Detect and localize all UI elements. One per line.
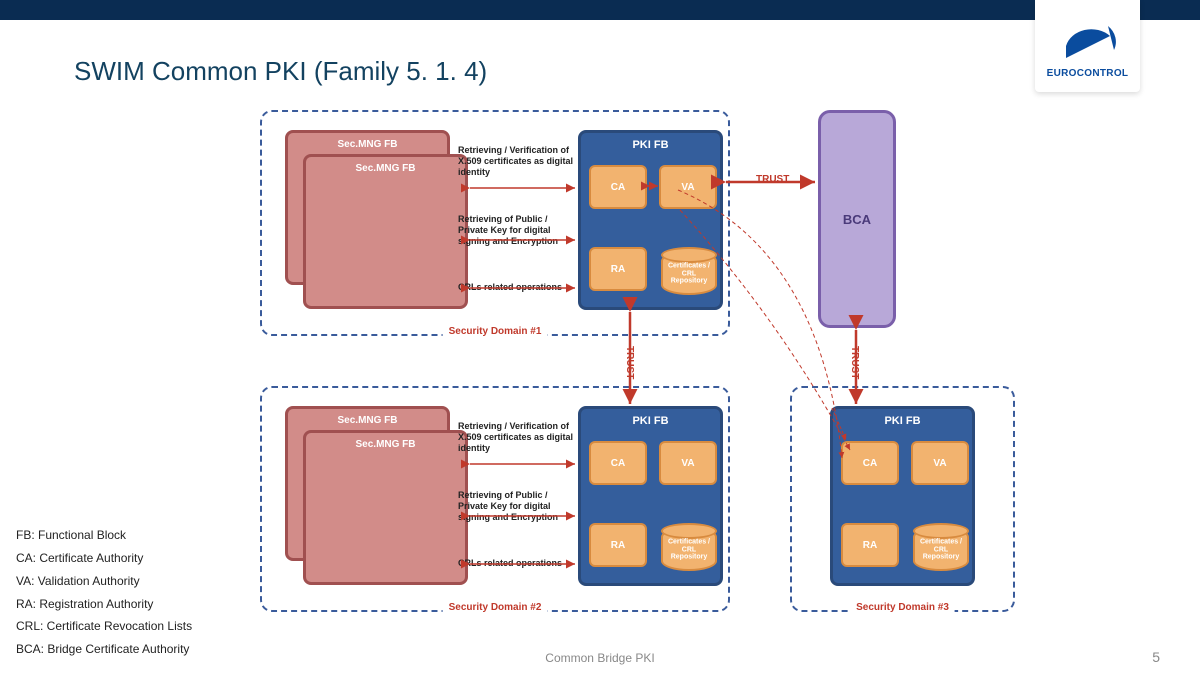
repo-d3: Certificates / CRL Repository xyxy=(911,527,971,571)
legend-ca: CA: Certificate Authority xyxy=(16,547,192,570)
ca-d1: CA xyxy=(589,165,647,209)
secmng-fb-d2-front: Sec.MNG FB xyxy=(303,430,468,585)
pki-fb-label: PKI FB xyxy=(632,415,668,427)
legend: FB: Functional Block CA: Certificate Aut… xyxy=(16,524,192,661)
top-bar xyxy=(0,0,1200,20)
va-d1: VA xyxy=(659,165,717,209)
trust-label-v2: TRUST xyxy=(849,342,860,383)
secmng-label: Sec.MNG FB xyxy=(355,439,415,450)
legend-va: VA: Validation Authority xyxy=(16,570,192,593)
va-d3: VA xyxy=(911,441,969,485)
pki-fb-d2: PKI FB CA VA RA Certificates / CRL Repos… xyxy=(578,406,723,586)
ra-d2: RA xyxy=(589,523,647,567)
logo-text: EUROCONTROL xyxy=(1047,68,1129,79)
legend-crl: CRL: Certificate Revocation Lists xyxy=(16,615,192,638)
note-pubkey-d1: Retrieving of Public / Private Key for d… xyxy=(458,214,576,246)
domain-3-label: Security Domain #3 xyxy=(850,602,955,613)
domain-1-label: Security Domain #1 xyxy=(443,326,548,337)
note-pubkey-d2: Retrieving of Public / Private Key for d… xyxy=(458,490,576,522)
page-title: SWIM Common PKI (Family 5. 1. 4) xyxy=(74,56,487,87)
repo-d1: Certificates / CRL Repository xyxy=(659,251,719,295)
secmng-label: Sec.MNG FB xyxy=(337,415,397,426)
secmng-fb-d1-front: Sec.MNG FB xyxy=(303,154,468,309)
note-crl-d1: CRLs related operations xyxy=(458,282,562,292)
legend-bca: BCA: Bridge Certificate Authority xyxy=(16,638,192,661)
ca-d3: CA xyxy=(841,441,899,485)
eurocontrol-logo: EUROCONTROL xyxy=(1035,0,1140,92)
domain-2-label: Security Domain #2 xyxy=(443,602,548,613)
trust-label-h: TRUST xyxy=(752,174,793,185)
ra-d1: RA xyxy=(589,247,647,291)
legend-fb: FB: Functional Block xyxy=(16,524,192,547)
secmng-label: Sec.MNG FB xyxy=(355,163,415,174)
note-verify-d2: Retrieving / Verification of X.509 certi… xyxy=(458,421,576,453)
note-verify-d1: Retrieving / Verification of X.509 certi… xyxy=(458,145,576,177)
repo-d2: Certificates / CRL Repository xyxy=(659,527,719,571)
pki-fb-d3: PKI FB CA VA RA Certificates / CRL Repos… xyxy=(830,406,975,586)
pki-fb-label: PKI FB xyxy=(632,139,668,151)
ca-d2: CA xyxy=(589,441,647,485)
ra-d3: RA xyxy=(841,523,899,567)
bca-block: BCA xyxy=(818,110,896,328)
pki-fb-d1: PKI FB CA VA RA Certificates / CRL Repos… xyxy=(578,130,723,310)
page-number: 5 xyxy=(1152,649,1160,665)
pki-fb-label: PKI FB xyxy=(884,415,920,427)
diagram: Security Domain #1 Sec.MNG FB Sec.MNG FB… xyxy=(60,110,1140,640)
secmng-label: Sec.MNG FB xyxy=(337,139,397,150)
footer-text: Common Bridge PKI xyxy=(545,651,654,665)
va-d2: VA xyxy=(659,441,717,485)
trust-label-v1: TRUST xyxy=(624,342,635,383)
note-crl-d2: CRLs related operations xyxy=(458,558,562,568)
legend-ra: RA: Registration Authority xyxy=(16,593,192,616)
